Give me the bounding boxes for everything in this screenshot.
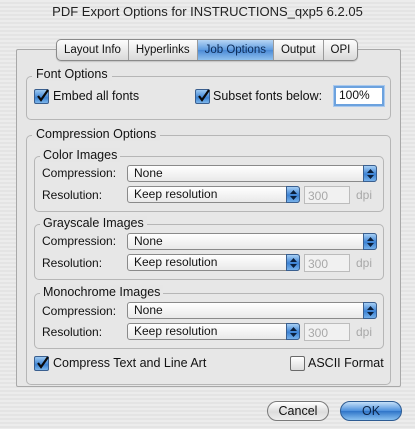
tab-hyperlinks[interactable]: Hyperlinks [129, 40, 198, 60]
grayscale-compression-label: Compression: [42, 234, 117, 248]
monochrome-resolution-select[interactable]: Keep resolution [127, 323, 300, 340]
color-resolution-label: Resolution: [42, 188, 103, 202]
monochrome-images-title: Monochrome Images [40, 285, 164, 299]
grayscale-dpi-unit: dpi [356, 256, 373, 270]
subset-fonts-label: Subset fonts below: [213, 89, 323, 103]
subset-fonts-checkbox[interactable] [195, 89, 210, 104]
grayscale-compression-value: None [134, 234, 163, 248]
tab-bar: Layout Info Hyperlinks Job Options Outpu… [56, 39, 359, 61]
select-arrows-icon [286, 186, 300, 203]
select-arrows-icon [363, 233, 377, 250]
checkmark-icon [37, 89, 49, 102]
grayscale-dpi-input[interactable]: 300 [304, 254, 350, 272]
ok-button[interactable]: OK [340, 401, 402, 421]
monochrome-dpi-input[interactable]: 300 [304, 323, 350, 341]
select-arrows-icon [286, 254, 300, 271]
tab-job-options[interactable]: Job Options [197, 40, 274, 60]
compress-text-checkbox[interactable] [34, 356, 49, 371]
select-arrows-icon [286, 323, 300, 340]
color-dpi-unit: dpi [356, 188, 373, 202]
color-dpi-input[interactable]: 300 [304, 186, 350, 204]
pdf-export-dialog: PDF Export Options for INSTRUCTIONS_qxp5… [0, 0, 415, 429]
monochrome-compression-value: None [134, 303, 163, 317]
grayscale-images-title: Grayscale Images [40, 216, 147, 230]
tab-output[interactable]: Output [274, 40, 324, 60]
grayscale-resolution-select[interactable]: Keep resolution [127, 254, 300, 271]
color-compression-select[interactable]: None [127, 165, 377, 182]
select-arrows-icon [363, 302, 377, 319]
cancel-button[interactable]: Cancel [267, 401, 329, 421]
checkmark-icon [198, 89, 210, 102]
tab-layout-info[interactable]: Layout Info [57, 40, 129, 60]
color-resolution-value: Keep resolution [134, 187, 218, 201]
monochrome-compression-select[interactable]: None [127, 302, 377, 319]
monochrome-compression-label: Compression: [42, 304, 117, 318]
checkmark-icon [37, 356, 49, 369]
compress-text-label: Compress Text and Line Art [53, 356, 207, 370]
monochrome-dpi-unit: dpi [356, 325, 373, 339]
embed-all-fonts-label: Embed all fonts [53, 89, 140, 103]
select-arrows-icon [363, 165, 377, 182]
window-title: PDF Export Options for INSTRUCTIONS_qxp5… [52, 4, 363, 19]
embed-all-fonts-checkbox[interactable] [34, 89, 49, 104]
grayscale-resolution-label: Resolution: [42, 256, 103, 270]
tab-opi[interactable]: OPI [324, 40, 358, 60]
color-images-title: Color Images [40, 148, 121, 162]
monochrome-resolution-value: Keep resolution [134, 324, 218, 338]
grayscale-compression-select[interactable]: None [127, 233, 377, 250]
color-compression-label: Compression: [42, 166, 117, 180]
compression-options-title: Compression Options [32, 127, 161, 141]
monochrome-resolution-label: Resolution: [42, 325, 103, 339]
ascii-format-label: ASCII Format [308, 356, 384, 370]
font-options-title: Font Options [32, 67, 112, 81]
color-resolution-select[interactable]: Keep resolution [127, 186, 300, 203]
color-compression-value: None [134, 166, 163, 180]
grayscale-resolution-value: Keep resolution [134, 255, 218, 269]
ascii-format-checkbox[interactable] [290, 356, 305, 371]
subset-fonts-input[interactable]: 100% [334, 86, 384, 106]
